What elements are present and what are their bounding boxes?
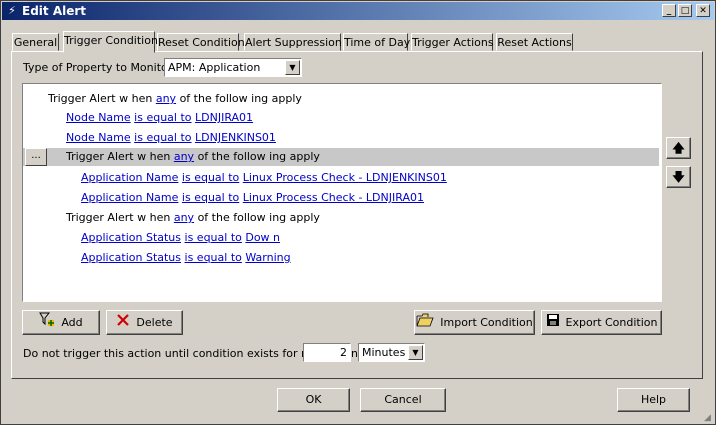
condition-tree[interactable]: Trigger Alert w hen any of the follow in… xyxy=(22,83,662,302)
field-link[interactable]: Application Name xyxy=(81,171,178,184)
property-type-select[interactable]: APM: Application ▼ xyxy=(164,58,302,77)
operator-link[interactable]: is equal to xyxy=(185,251,242,264)
group-options-button[interactable]: ... xyxy=(25,148,47,166)
move-down-button[interactable]: 🡇 xyxy=(666,166,691,188)
tab-reset-actions[interactable]: Reset Actions xyxy=(496,33,573,51)
import-condition-label: Import Condition xyxy=(440,316,533,329)
tab-time-of-day[interactable]: Time of Day xyxy=(343,33,410,51)
condition-row[interactable]: Application Name is equal to Linux Proce… xyxy=(23,169,659,187)
delay-unit-select[interactable]: Minutes ▼ xyxy=(358,343,425,362)
value-link[interactable]: Linux Process Check - LDNJENKINS01 xyxy=(243,171,447,184)
condition-row[interactable]: Node Name is equal to LDNJIRA01 xyxy=(23,109,659,127)
root-prefix: Trigger Alert w hen xyxy=(48,92,153,105)
field-link[interactable]: Application Status xyxy=(81,251,181,264)
tab-trigger-actions[interactable]: Trigger Actions xyxy=(411,33,494,51)
ok-button[interactable]: OK xyxy=(277,388,350,412)
delete-x-icon xyxy=(116,312,130,335)
arrow-down-icon: 🡇 xyxy=(672,170,685,184)
close-button[interactable]: ✕ xyxy=(696,4,710,17)
condition-row[interactable]: Application Name is equal to Linux Proce… xyxy=(23,189,659,207)
minimize-button[interactable]: _ xyxy=(662,4,676,17)
group-suffix: of the follow ing apply xyxy=(197,150,320,163)
operator-link[interactable]: is equal to xyxy=(185,231,242,244)
tab-general[interactable]: General xyxy=(12,33,59,51)
root-suffix: of the follow ing apply xyxy=(179,92,302,105)
property-type-label: Type of Property to Monitor: xyxy=(23,61,176,74)
tab-alert-suppression[interactable]: Alert Suppression xyxy=(244,33,342,51)
group-condition-row-selected[interactable]: ... Trigger Alert w hen any of the follo… xyxy=(23,148,659,166)
add-condition-icon xyxy=(39,311,55,335)
delay-unit-value: Minutes xyxy=(362,346,406,359)
open-folder-icon xyxy=(416,312,434,335)
tab-trigger-condition[interactable]: Trigger Condition xyxy=(63,31,158,53)
arrow-up-icon: 🡅 xyxy=(672,141,685,155)
export-condition-button[interactable]: Export Condition xyxy=(541,310,662,335)
operator-link[interactable]: is equal to xyxy=(182,171,239,184)
group-condition-row[interactable]: Trigger Alert w hen any of the follow in… xyxy=(23,209,659,227)
root-condition-row[interactable]: Trigger Alert w hen any of the follow in… xyxy=(23,90,659,108)
value-link[interactable]: LDNJIRA01 xyxy=(195,111,253,124)
delete-button-label: Delete xyxy=(136,316,173,329)
export-condition-label: Export Condition xyxy=(565,316,658,329)
move-up-button[interactable]: 🡅 xyxy=(666,137,691,159)
value-link[interactable]: Warning xyxy=(245,251,290,264)
group-prefix: Trigger Alert w hen xyxy=(66,211,171,224)
window-title: Edit Alert xyxy=(22,4,87,18)
root-any-link[interactable]: any xyxy=(156,92,176,105)
resize-grip[interactable]: ◢ xyxy=(704,413,714,423)
operator-link[interactable]: is equal to xyxy=(182,191,239,204)
property-type-value: APM: Application xyxy=(168,61,261,74)
group-suffix: of the follow ing apply xyxy=(197,211,320,224)
import-condition-button[interactable]: Import Condition xyxy=(414,310,535,335)
condition-row[interactable]: Node Name is equal to LDNJENKINS01 xyxy=(23,129,659,147)
delete-button[interactable]: Delete xyxy=(106,310,183,335)
group-prefix: Trigger Alert w hen xyxy=(66,150,171,163)
save-disk-icon xyxy=(546,312,560,335)
help-button[interactable]: Help xyxy=(617,388,690,412)
field-link[interactable]: Application Status xyxy=(81,231,181,244)
group-any-link[interactable]: any xyxy=(174,150,194,163)
delay-value-input[interactable]: 2 xyxy=(303,343,351,362)
field-link[interactable]: Application Name xyxy=(81,191,178,204)
maximize-button[interactable]: □ xyxy=(678,4,692,17)
edit-alert-window: ⚡ Edit Alert _ □ ✕ General Trigger Condi… xyxy=(0,0,716,425)
value-link[interactable]: LDNJENKINS01 xyxy=(195,131,276,144)
field-link[interactable]: Node Name xyxy=(66,131,131,144)
app-alert-icon: ⚡ xyxy=(8,4,16,17)
cancel-button[interactable]: Cancel xyxy=(360,388,446,412)
add-button[interactable]: Add xyxy=(22,310,100,335)
operator-link[interactable]: is equal to xyxy=(134,131,191,144)
title-bar: ⚡ Edit Alert _ □ ✕ xyxy=(2,2,714,20)
group-any-link[interactable]: any xyxy=(174,211,194,224)
value-link[interactable]: Dow n xyxy=(245,231,280,244)
tab-reset-condition[interactable]: Reset Condition xyxy=(157,33,245,51)
value-link[interactable]: Linux Process Check - LDNJIRA01 xyxy=(243,191,424,204)
field-link[interactable]: Node Name xyxy=(66,111,131,124)
operator-link[interactable]: is equal to xyxy=(134,111,191,124)
condition-row[interactable]: Application Status is equal to Dow n xyxy=(23,229,659,247)
condition-row[interactable]: Application Status is equal to Warning xyxy=(23,249,659,267)
chevron-down-icon[interactable]: ▼ xyxy=(408,345,423,360)
chevron-down-icon[interactable]: ▼ xyxy=(285,60,300,75)
add-button-label: Add xyxy=(61,316,83,329)
